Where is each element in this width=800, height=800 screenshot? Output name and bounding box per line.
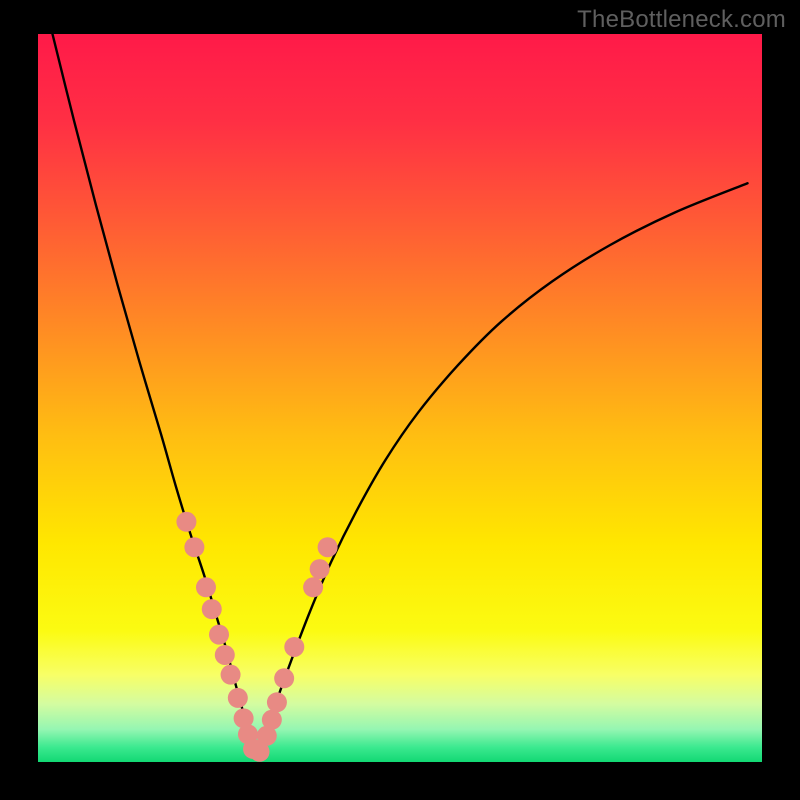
- marker-point: [262, 710, 282, 730]
- marker-point: [209, 625, 229, 645]
- marker-point: [274, 668, 294, 688]
- chart-canvas: [38, 34, 762, 762]
- marker-point: [184, 537, 204, 557]
- marker-point: [310, 559, 330, 579]
- marker-point: [221, 665, 241, 685]
- marker-point: [303, 577, 323, 597]
- marker-point: [215, 645, 235, 665]
- marker-point: [318, 537, 338, 557]
- marker-point: [228, 688, 248, 708]
- watermark-text: TheBottleneck.com: [577, 6, 786, 34]
- marker-point: [176, 512, 196, 532]
- gradient-background: [38, 34, 762, 762]
- marker-point: [196, 577, 216, 597]
- marker-point: [284, 637, 304, 657]
- marker-point: [202, 599, 222, 619]
- marker-point: [267, 692, 287, 712]
- plot-area: [38, 34, 762, 762]
